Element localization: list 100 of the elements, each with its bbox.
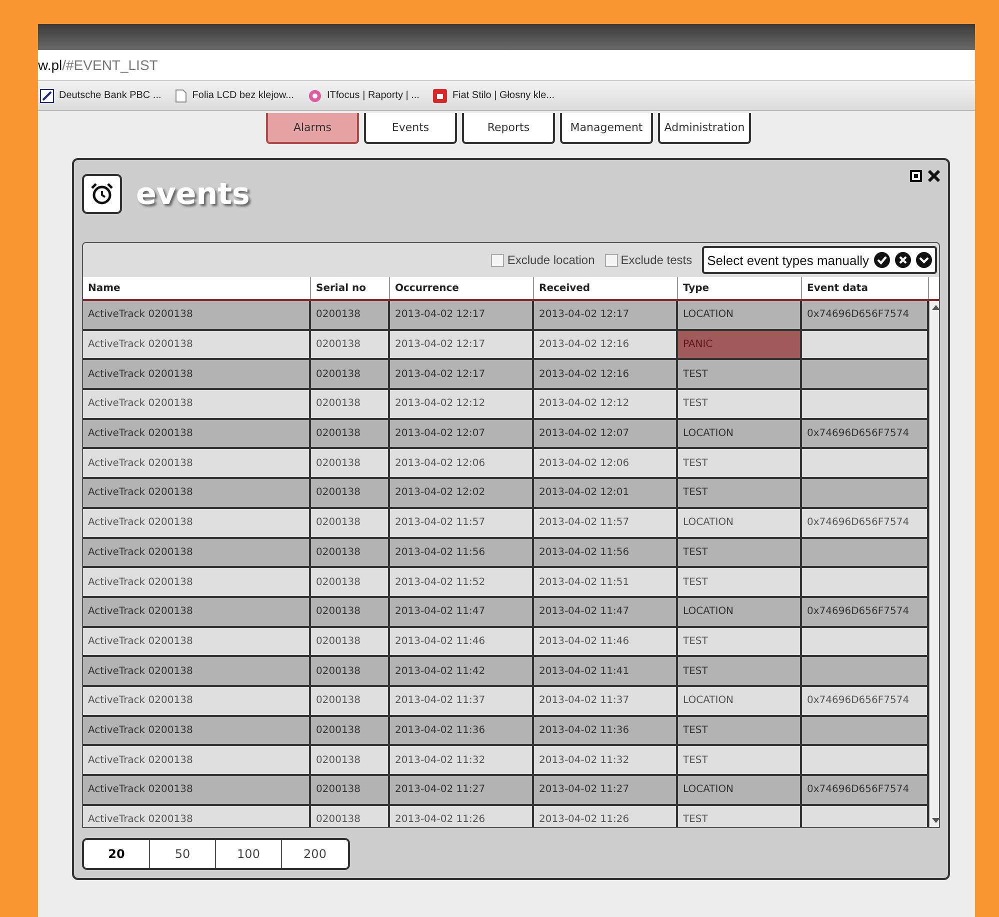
table-cell: 0200138 [311, 598, 390, 626]
table-cell: 0200138 [311, 776, 390, 804]
table-cell: LOCATION [678, 420, 802, 448]
bookmark-link[interactable]: Deutsche Bank PBC ... [59, 90, 162, 101]
table-cell: 2013-04-02 11:52 [390, 568, 534, 596]
table-cell: 2013-04-02 11:27 [390, 776, 534, 804]
table-cell: 2013-04-02 11:56 [534, 538, 678, 566]
event-type-select[interactable]: Select event types manually [702, 246, 937, 274]
bookmark-link[interactable]: Fiat Stilo | Głosny kle... [452, 90, 555, 101]
table-cell: 0200138 [311, 449, 390, 478]
table-cell: LOCATION [678, 686, 802, 715]
nav-tab[interactable]: Alarms [266, 113, 359, 144]
table-cell: LOCATION [678, 776, 802, 804]
address-bar[interactable]: w.pl/#EVENT_LIST [38, 50, 975, 81]
table-cell: 2013-04-02 11:42 [390, 657, 534, 685]
table-cell: 0200138 [311, 390, 390, 418]
table-cell: ActiveTrack 0200138 [83, 360, 311, 388]
table-cell: 2013-04-02 11:36 [390, 716, 534, 744]
table-cell: 2013-04-02 11:46 [390, 628, 534, 656]
table-cell: 0200138 [311, 420, 390, 448]
table-cell: TEST [678, 716, 802, 744]
table-cell: TEST [678, 568, 802, 596]
table-cell: 2013-04-02 11:27 [534, 776, 678, 804]
column-header[interactable]: Type [678, 277, 802, 299]
table-cell: ActiveTrack 0200138 [83, 746, 311, 774]
table-cell: ActiveTrack 0200138 [83, 568, 311, 596]
table-cell: 0200138 [311, 360, 390, 388]
table-cell: ActiveTrack 0200138 [83, 420, 311, 448]
table-cell: LOCATION [678, 508, 802, 536]
table-cell: 2013-04-02 12:16 [534, 360, 678, 388]
column-header[interactable]: Occurrence [390, 277, 534, 299]
table-cell: TEST [678, 449, 802, 478]
column-header[interactable]: Received [534, 277, 678, 299]
table-cell: 2013-04-02 11:46 [534, 628, 678, 656]
table-cell: 2013-04-02 12:02 [390, 479, 534, 507]
table-cell: LOCATION [678, 598, 802, 626]
table-cell: 2013-04-02 11:57 [390, 508, 534, 536]
table-cell: 2013-04-02 12:07 [534, 420, 678, 448]
table-cell: ActiveTrack 0200138 [83, 657, 311, 685]
table-cell: 2013-04-02 12:07 [390, 420, 534, 448]
column-header[interactable]: Event data [802, 277, 929, 299]
table-cell: ActiveTrack 0200138 [83, 716, 311, 744]
table-cell: 0200138 [311, 806, 390, 827]
table-cell: 2013-04-02 11:26 [534, 806, 678, 827]
table-cell: 2013-04-02 12:17 [390, 301, 534, 329]
table-cell: 2013-04-02 12:17 [390, 360, 534, 388]
table-cell: 2013-04-02 12:12 [390, 390, 534, 418]
table-cell: 0200138 [311, 301, 390, 329]
bookmark-link[interactable]: ITfocus | Raporty | ... [327, 90, 420, 101]
table-cell: 2013-04-02 11:47 [390, 598, 534, 626]
table-cell: 2013-04-02 12:12 [534, 390, 678, 418]
table-cell: ActiveTrack 0200138 [83, 538, 311, 566]
bookmark-link[interactable]: Folia LCD bez klejow... [192, 90, 294, 101]
table-cell: 0200138 [311, 479, 390, 507]
table-cell: 0200138 [311, 716, 390, 744]
checkbox-label: Exclude location [507, 253, 595, 267]
column-header[interactable]: Serial no [311, 277, 390, 299]
table-cell: 2013-04-02 11:36 [534, 716, 678, 744]
nav-tab[interactable]: Administration [658, 113, 751, 144]
table-cell: ActiveTrack 0200138 [83, 628, 311, 656]
table-cell: 0200138 [311, 686, 390, 715]
table-cell: ActiveTrack 0200138 [83, 806, 311, 827]
table-cell: TEST [678, 479, 802, 507]
table-cell: TEST [678, 746, 802, 774]
table-cell: ActiveTrack 0200138 [83, 508, 311, 536]
table-cell: 2013-04-02 11:37 [390, 686, 534, 715]
table-cell: 2013-04-02 11:56 [390, 538, 534, 566]
table-cell: ActiveTrack 0200138 [83, 390, 311, 418]
table-cell: 2013-04-02 11:41 [534, 657, 678, 685]
page-size-button[interactable]: 20 [84, 840, 150, 868]
table-cell: 2013-04-02 11:26 [390, 806, 534, 827]
nav-tab[interactable]: Management [560, 113, 653, 144]
table-cell: 2013-04-02 12:17 [534, 301, 678, 329]
table-cell: LOCATION [678, 301, 802, 329]
table-cell: 0200138 [311, 657, 390, 685]
table-cell: 0200138 [311, 538, 390, 566]
table-cell: TEST [678, 628, 802, 656]
panel-title: events [136, 176, 250, 212]
table-cell: ActiveTrack 0200138 [83, 686, 311, 715]
nav-tab[interactable]: Events [364, 113, 457, 144]
table-cell: 2013-04-02 11:37 [534, 686, 678, 715]
table-cell: ActiveTrack 0200138 [83, 598, 311, 626]
table-cell: ActiveTrack 0200138 [83, 301, 311, 329]
table-cell: TEST [678, 657, 802, 685]
table-cell: 2013-04-02 11:47 [534, 598, 678, 626]
table-cell: 0200138 [311, 746, 390, 774]
table-cell: 2013-04-02 12:06 [390, 449, 534, 478]
nav-tab[interactable]: Reports [462, 113, 555, 144]
table-cell: 2013-04-02 11:51 [534, 568, 678, 596]
table-cell: 0200138 [311, 628, 390, 656]
table-cell: TEST [678, 538, 802, 566]
table-cell: 2013-04-02 12:01 [534, 479, 678, 507]
table-cell: 2013-04-02 11:32 [390, 746, 534, 774]
table-cell: 0200138 [311, 508, 390, 536]
table-cell: 2013-04-02 11:32 [534, 746, 678, 774]
table-cell: ActiveTrack 0200138 [83, 449, 311, 478]
table-cell: 2013-04-02 12:06 [534, 449, 678, 478]
column-header[interactable]: Name [83, 277, 311, 299]
table-cell: ActiveTrack 0200138 [83, 479, 311, 507]
table-cell: 0200138 [311, 330, 390, 358]
